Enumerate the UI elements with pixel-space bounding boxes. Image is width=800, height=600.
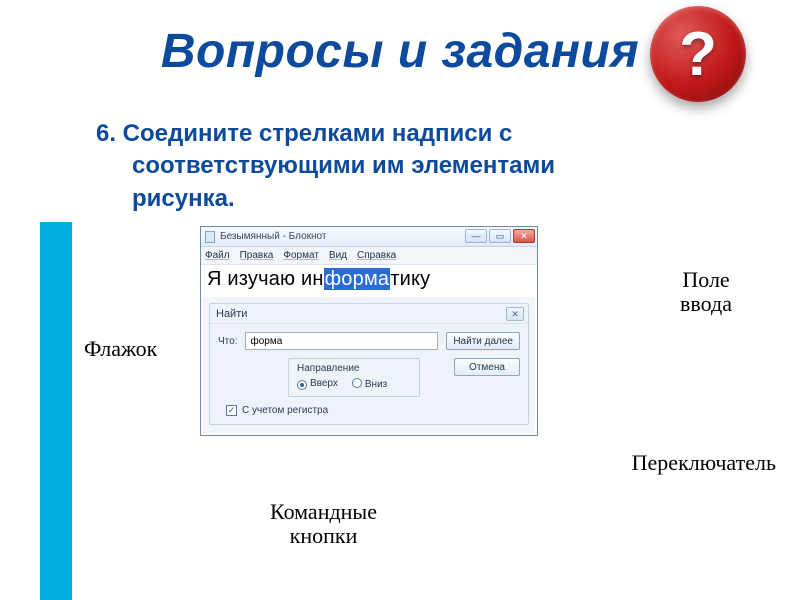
find-dialog: Найти ✕ Что: Найти далее Направление Вве… (209, 303, 529, 425)
instruction-text: 6. Соедините стрелками надписи с соответ… (96, 118, 636, 215)
callout-input-field: Поле ввода (680, 268, 732, 316)
menu-file[interactable]: Файл (205, 250, 230, 261)
cancel-button[interactable]: Отмена (454, 358, 520, 376)
text-editor-area[interactable]: Я изучаю информатику (201, 265, 537, 297)
instruction-line-3: рисунка. (96, 183, 636, 215)
close-button[interactable]: ✕ (513, 229, 535, 243)
menu-bar: Файл Правка Формат Вид Справка (201, 247, 537, 265)
radio-down[interactable]: Вниз (352, 378, 387, 390)
callout-switch: Переключатель (632, 450, 776, 476)
window-titlebar[interactable]: Безымянный - Блокнот — ▭ ✕ (201, 227, 537, 247)
find-dialog-title: Найти (216, 308, 247, 320)
callout-command-buttons: Командные кнопки (270, 500, 377, 548)
question-mark-badge: ? (650, 6, 746, 102)
menu-edit[interactable]: Правка (240, 250, 274, 261)
case-checkbox-label: С учетом регистра (242, 405, 328, 416)
direction-group: Направление Вверх Вниз (288, 358, 420, 397)
radio-down-icon (352, 378, 362, 388)
instruction-line-2: соответствующими им элементами (96, 150, 636, 182)
direction-label: Направление (297, 363, 411, 374)
notepad-window: Безымянный - Блокнот — ▭ ✕ Файл Правка Ф… (200, 226, 538, 436)
editor-text-pre: Я изучаю ин (207, 268, 324, 290)
question-mark-icon: ? (679, 19, 717, 90)
editor-text-highlight: форма (324, 268, 391, 290)
editor-text-post: тику (390, 268, 430, 290)
radio-up-icon (297, 380, 307, 390)
radio-up[interactable]: Вверх (297, 378, 338, 390)
maximize-button[interactable]: ▭ (489, 229, 511, 243)
find-next-button[interactable]: Найти далее (446, 332, 520, 350)
window-title-text: Безымянный - Блокнот (220, 231, 326, 242)
menu-view[interactable]: Вид (329, 250, 347, 261)
instruction-line-1: 6. Соедините стрелками надписи с (96, 120, 512, 147)
find-what-label: Что: (218, 336, 237, 347)
app-icon (205, 231, 215, 243)
callout-flag: Флажок (84, 336, 157, 362)
find-close-button[interactable]: ✕ (506, 307, 524, 321)
find-dialog-titlebar[interactable]: Найти ✕ (210, 304, 528, 324)
find-what-input[interactable] (245, 332, 438, 350)
minimize-button[interactable]: — (465, 229, 487, 243)
sidebar-accent (40, 222, 72, 600)
menu-help[interactable]: Справка (357, 250, 396, 261)
menu-format[interactable]: Формат (283, 250, 319, 261)
case-checkbox[interactable]: ✓ (226, 405, 237, 416)
